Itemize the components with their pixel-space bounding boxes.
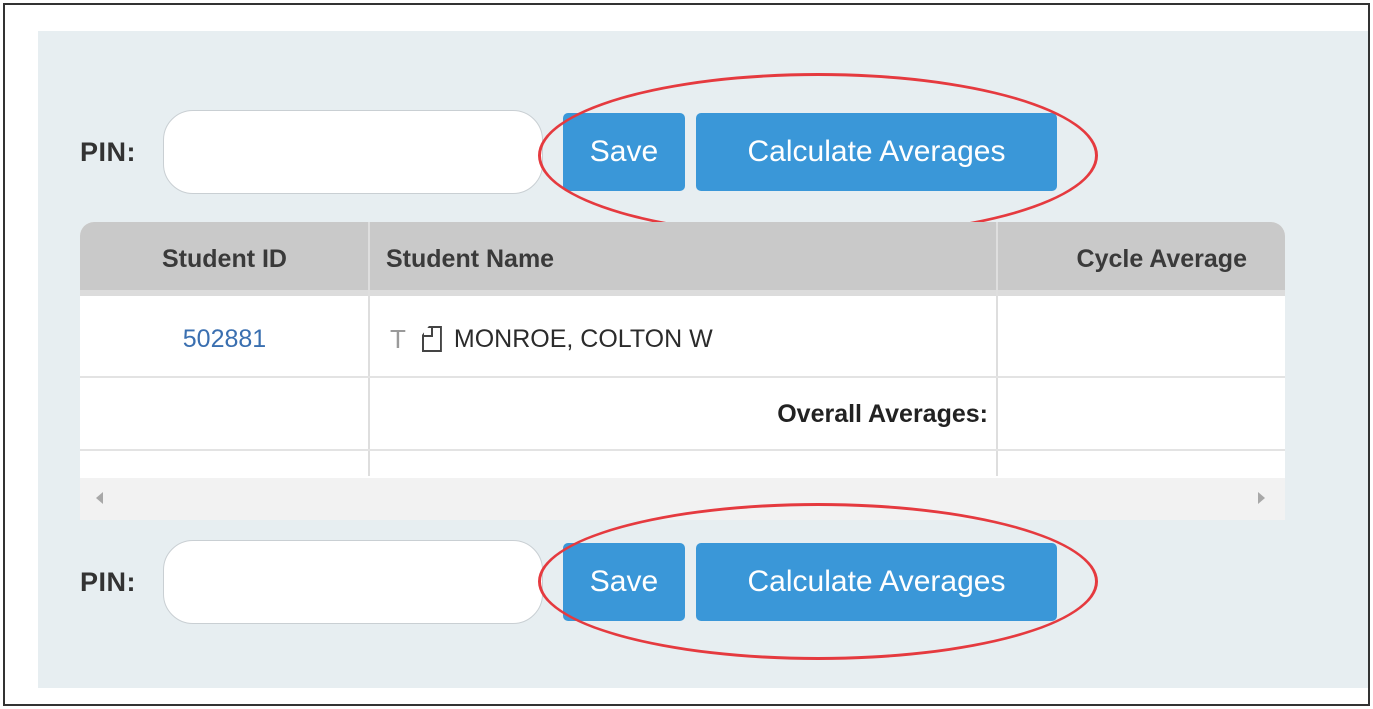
student-id-link[interactable]: 502881 — [80, 302, 369, 376]
calculate-averages-button-top[interactable]: Calculate Averages — [696, 113, 1057, 191]
student-name-cell: T MONROE, COLTON W — [390, 302, 990, 376]
calculate-averages-button-bottom[interactable]: Calculate Averages — [696, 543, 1057, 621]
overall-averages-label: Overall Averages: — [777, 399, 988, 428]
student-name: MONROE, COLTON W — [453, 324, 713, 353]
column-header-student-name[interactable]: Student Name — [386, 222, 986, 296]
cycle-average-cell[interactable] — [999, 302, 1285, 376]
save-button-bottom[interactable]: Save — [563, 543, 685, 621]
scroll-right-icon[interactable] — [1258, 492, 1265, 504]
text-flag-icon[interactable]: T — [390, 324, 406, 355]
document-icon[interactable] — [421, 326, 442, 352]
pin-label-top: PIN: — [80, 137, 136, 167]
grades-table: Student ID Student Name Cycle Average 50… — [80, 222, 1285, 520]
pin-input-top[interactable] — [163, 110, 543, 194]
pin-input-bottom[interactable] — [163, 540, 543, 624]
column-divider — [996, 222, 998, 476]
save-button-top[interactable]: Save — [563, 113, 685, 191]
column-header-cycle-average[interactable]: Cycle Average — [999, 222, 1285, 296]
row-divider — [80, 449, 1285, 451]
horizontal-scrollbar[interactable] — [80, 478, 1285, 520]
pin-label-bottom: PIN: — [80, 567, 136, 597]
scroll-left-icon[interactable] — [96, 492, 103, 504]
column-header-student-id[interactable]: Student ID — [80, 222, 369, 296]
